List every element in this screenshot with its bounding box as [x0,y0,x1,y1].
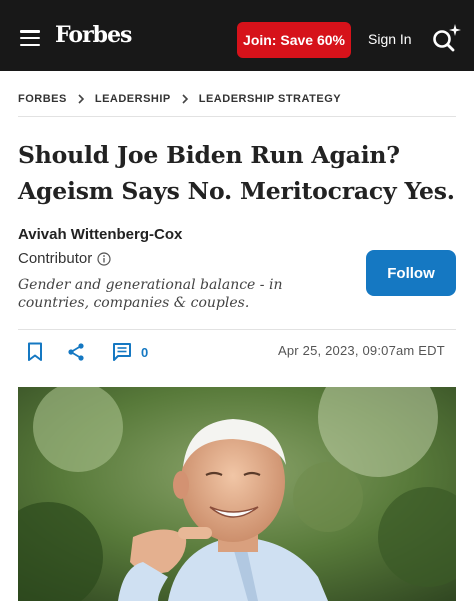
publish-date: Apr 25, 2023, 09:07am EDT [278,343,445,358]
article-title: Should Joe Biden Run Again? Ageism Says … [18,141,455,205]
chevron-right-icon [182,94,188,104]
forbes-logo[interactable]: Forbes [55,22,132,48]
breadcrumb-leadership-strategy[interactable]: LEADERSHIP STRATEGY [199,93,341,105]
bookmark-icon[interactable] [27,342,43,362]
author-name[interactable]: Avivah Wittenberg-Cox [18,226,182,243]
follow-button[interactable]: Follow [366,250,456,296]
breadcrumb-forbes[interactable]: FORBES [18,93,67,105]
share-icon[interactable] [66,342,86,362]
comment-count[interactable]: 0 [141,345,148,360]
chevron-right-icon [78,94,84,104]
top-navigation-bar: Forbes Join: Save 60% Sign In [0,0,474,71]
author-bio: Gender and generational balance - in cou… [18,277,283,311]
divider [18,116,456,117]
info-icon[interactable] [97,251,111,266]
author-role-label: Contributor [18,250,93,267]
join-button[interactable]: Join: Save 60% [237,22,351,58]
author-role: Contributor [18,250,111,267]
breadcrumb: FORBES LEADERSHIP LEADERSHIP STRATEGY [18,93,341,105]
search-sparkle-icon[interactable] [430,22,462,54]
comment-icon[interactable] [112,342,132,362]
divider [18,329,456,330]
hamburger-icon[interactable] [20,30,40,47]
breadcrumb-leadership[interactable]: LEADERSHIP [95,93,171,105]
hero-photo [18,387,456,601]
sign-in-link[interactable]: Sign In [368,31,412,47]
